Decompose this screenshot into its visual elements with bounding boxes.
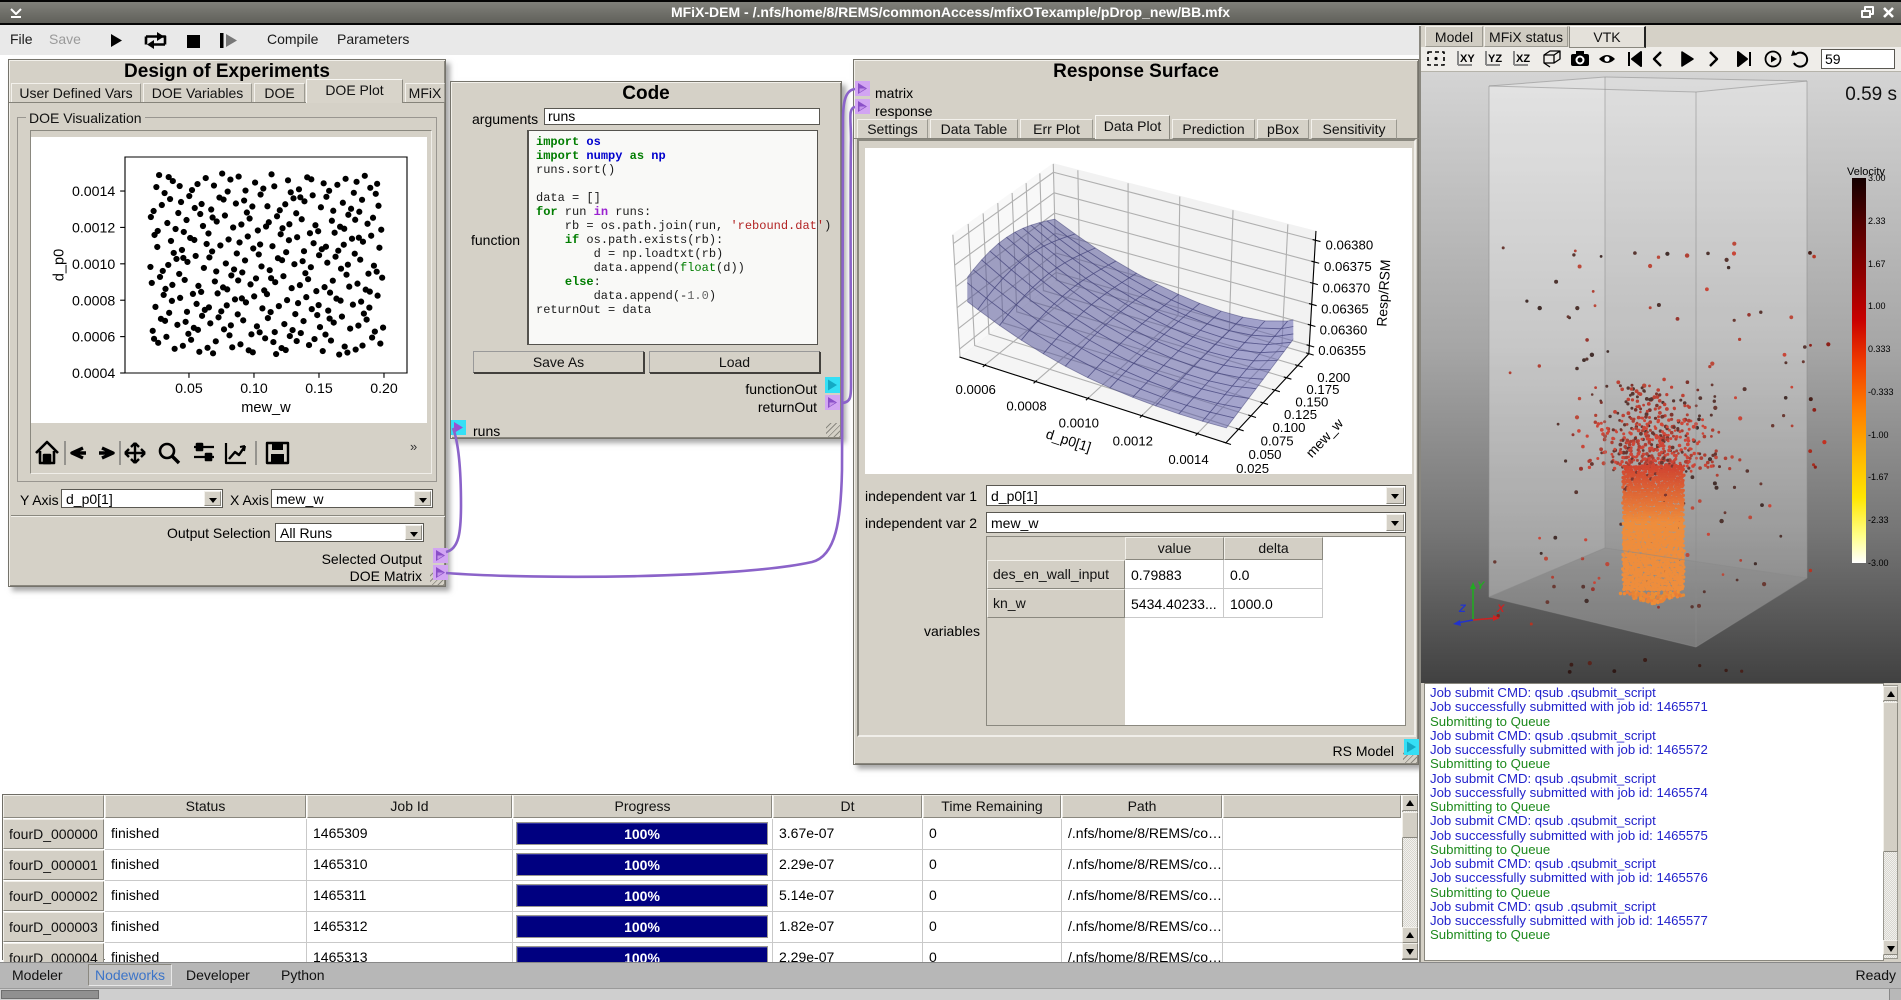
svg-text:2.33: 2.33 bbox=[1868, 216, 1886, 226]
svg-text:-2.33: -2.33 bbox=[1868, 515, 1889, 525]
svg-text:YZ: YZ bbox=[1488, 53, 1502, 65]
svg-text:0.15: 0.15 bbox=[305, 381, 333, 397]
svg-text:XZ: XZ bbox=[1516, 53, 1530, 65]
svg-text:-0.333: -0.333 bbox=[1868, 387, 1894, 397]
svg-text:0.0010: 0.0010 bbox=[72, 257, 115, 273]
svg-text:XY: XY bbox=[1460, 53, 1475, 65]
svg-text:0.06355: 0.06355 bbox=[1318, 343, 1366, 358]
svg-text:0.20: 0.20 bbox=[370, 381, 398, 397]
svg-text:0.06360: 0.06360 bbox=[1320, 322, 1368, 337]
svg-text:0.075: 0.075 bbox=[1261, 433, 1294, 448]
svg-text:1.00: 1.00 bbox=[1868, 301, 1886, 311]
svg-text:Z: Z bbox=[1458, 603, 1467, 615]
svg-text:3.00: 3.00 bbox=[1868, 173, 1886, 183]
svg-text:0.0004: 0.0004 bbox=[72, 366, 115, 382]
svg-text:0.050: 0.050 bbox=[1249, 447, 1282, 462]
svg-text:X: X bbox=[1496, 603, 1505, 615]
svg-text:0.10: 0.10 bbox=[240, 381, 268, 397]
svg-text:0.025: 0.025 bbox=[1236, 461, 1269, 474]
svg-text:0.0006: 0.0006 bbox=[72, 330, 115, 346]
svg-text:0.0006: 0.0006 bbox=[956, 382, 996, 397]
svg-text:0.0014: 0.0014 bbox=[72, 184, 115, 200]
svg-text:0.333: 0.333 bbox=[1868, 344, 1891, 354]
svg-text:0.0008: 0.0008 bbox=[1006, 399, 1046, 414]
svg-text:0.06375: 0.06375 bbox=[1324, 259, 1372, 274]
svg-text:-3.00: -3.00 bbox=[1868, 558, 1889, 568]
svg-text:-1.67: -1.67 bbox=[1868, 472, 1889, 482]
svg-text:mew_w: mew_w bbox=[241, 400, 291, 416]
svg-text:0.100: 0.100 bbox=[1272, 420, 1305, 435]
svg-text:0.06370: 0.06370 bbox=[1323, 281, 1371, 296]
svg-text:0.0014: 0.0014 bbox=[1168, 452, 1208, 467]
svg-text:0.06380: 0.06380 bbox=[1326, 238, 1374, 253]
svg-text:»: » bbox=[410, 439, 417, 454]
svg-text:0.200: 0.200 bbox=[1317, 370, 1350, 385]
svg-text:0.0012: 0.0012 bbox=[1113, 433, 1153, 448]
svg-text:1.67: 1.67 bbox=[1868, 259, 1886, 269]
svg-text:0.59 s: 0.59 s bbox=[1845, 84, 1897, 105]
svg-text:d_p0: d_p0 bbox=[51, 249, 67, 281]
svg-text:0.0010: 0.0010 bbox=[1059, 416, 1099, 431]
svg-text:0.0012: 0.0012 bbox=[72, 221, 115, 237]
svg-text:-1.00: -1.00 bbox=[1868, 430, 1889, 440]
svg-text:0.05: 0.05 bbox=[175, 381, 203, 397]
svg-text:0.06365: 0.06365 bbox=[1321, 302, 1369, 317]
svg-text:0.0008: 0.0008 bbox=[72, 293, 115, 309]
